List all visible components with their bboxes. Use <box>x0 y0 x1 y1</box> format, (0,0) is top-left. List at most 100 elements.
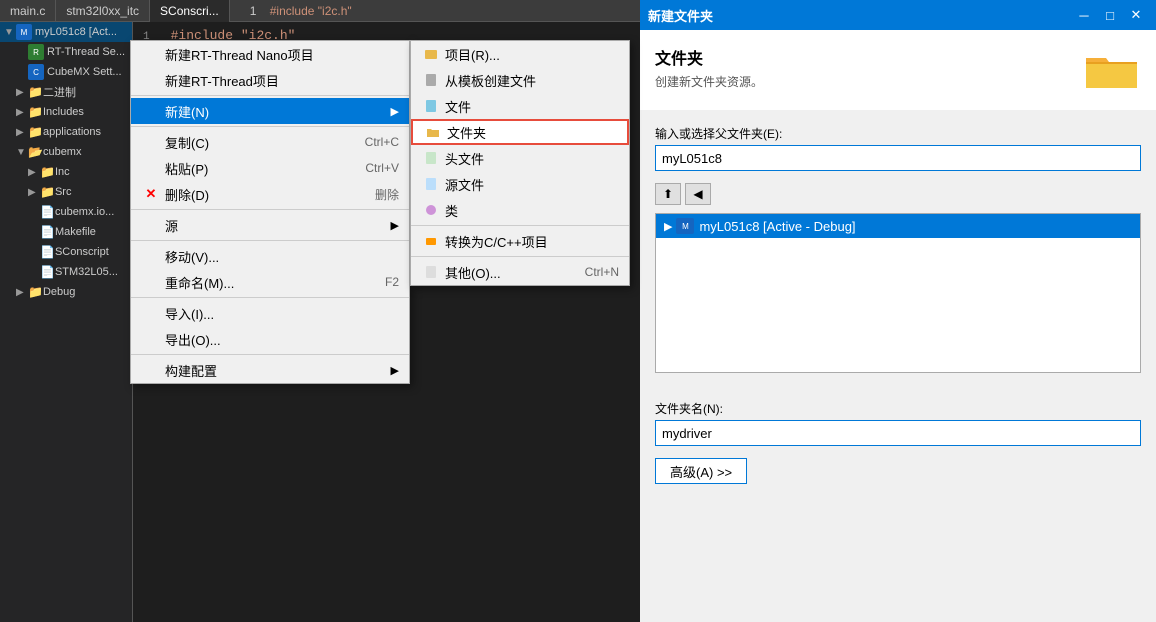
submenu-icon-file <box>421 99 441 113</box>
tabs-bar: main.c stm32l0xx_itc SConscri... 1 #incl… <box>0 0 640 22</box>
tree-item-includes[interactable]: ▶ 📁 Includes <box>0 102 132 122</box>
file-icon-stm32: 📄 <box>40 265 55 279</box>
submenu-sep2 <box>411 256 629 257</box>
submenu-item-from-template[interactable]: 从模板创建文件 <box>411 67 629 93</box>
dialog-folder-icon <box>1081 45 1141 95</box>
separator-3 <box>131 209 409 210</box>
folder-icon-binary: 📁 <box>28 85 43 99</box>
dialog-window-controls: ─ □ ✕ <box>1072 4 1148 26</box>
menu-item-export[interactable]: 导出(O)... <box>131 326 409 352</box>
nav-up-button[interactable]: ⬆ <box>655 183 681 205</box>
menu-item-import[interactable]: 导入(I)... <box>131 300 409 326</box>
menu-item-new[interactable]: 新建(N) ▶ <box>131 98 409 124</box>
submenu-icon-header <box>421 151 441 165</box>
tree-item-src[interactable]: ▶ 📁 Src <box>0 182 132 202</box>
rtthread-icon: R <box>28 44 44 60</box>
tree-view-project-icon: M <box>676 218 694 234</box>
submenu-icon-project <box>421 47 441 61</box>
nav-buttons: ⬆ ◀ <box>655 183 1141 205</box>
submenu-item-class[interactable]: 类 <box>411 197 629 223</box>
folder-name-input[interactable] <box>655 420 1141 446</box>
parent-folder-label: 输入或选择父文件夹(E): <box>655 125 1141 142</box>
tree-item-stm32[interactable]: 📄 STM32L05... <box>0 262 132 282</box>
dialog-heading: 文件夹 <box>655 45 763 69</box>
context-menu: 新建RT-Thread Nano项目 新建RT-Thread项目 新建(N) ▶… <box>130 40 410 384</box>
submenu-icon-convert <box>421 234 441 248</box>
tab-sconscri[interactable]: SConscri... <box>150 0 230 22</box>
tree-item-cubemx-folder[interactable]: ▼ 📂 cubemx <box>0 142 132 162</box>
tree-item-inc[interactable]: ▶ 📁 Inc <box>0 162 132 182</box>
submenu-item-source-file[interactable]: 源文件 <box>411 171 629 197</box>
advanced-button[interactable]: 高级(A) >> <box>655 458 747 484</box>
dialog-minimize-button[interactable]: ─ <box>1072 4 1096 26</box>
dialog-title: 新建文件夹 <box>648 6 713 25</box>
dialog-header-text: 文件夹 创建新文件夹资源。 <box>655 45 763 90</box>
dialog-close-button[interactable]: ✕ <box>1124 4 1148 26</box>
submenu-item-file[interactable]: 文件 <box>411 93 629 119</box>
folder-icon-cubemx: 📂 <box>28 145 43 159</box>
folder-name-label: 文件夹名(N): <box>655 400 1141 417</box>
parent-folder-row: 输入或选择父文件夹(E): <box>655 125 1141 171</box>
menu-item-rename[interactable]: 重命名(M)... F2 <box>131 269 409 295</box>
menu-item-paste[interactable]: 粘贴(P) Ctrl+V <box>131 155 409 181</box>
tree-item-rtthread[interactable]: R RT-Thread Se... <box>0 42 132 62</box>
tree-item-applications[interactable]: ▶ 📁 applications <box>0 122 132 142</box>
project-icon: M <box>16 24 32 40</box>
file-icon-cubemxio: 📄 <box>40 205 55 219</box>
dialog-titlebar: 新建文件夹 ─ □ ✕ <box>640 0 1156 30</box>
tab-mainc[interactable]: main.c <box>0 0 56 22</box>
submenu-icon-other <box>421 265 441 279</box>
tree-item-sconscript[interactable]: 📄 SConscript <box>0 242 132 262</box>
new-folder-dialog: 新建文件夹 ─ □ ✕ 文件夹 创建新文件夹资源。 输入或选择父文件夹(E): <box>640 0 1156 622</box>
separator-5 <box>131 297 409 298</box>
submenu-icon-folder <box>423 125 443 139</box>
menu-item-delete[interactable]: ✕ 删除(D) 删除 <box>131 181 409 207</box>
menu-item-source[interactable]: 源 ▶ <box>131 212 409 238</box>
separator-4 <box>131 240 409 241</box>
tree-item-binary[interactable]: ▶ 📁 二进制 <box>0 82 132 102</box>
file-icon-sconscript: 📄 <box>40 245 55 259</box>
submenu-icon-class <box>421 203 441 217</box>
tab-stm32[interactable]: stm32l0xx_itc <box>56 0 150 22</box>
menu-icon-delete: ✕ <box>141 186 161 202</box>
submenu-item-folder[interactable]: 文件夹 <box>411 119 629 145</box>
parent-folder-input[interactable] <box>655 145 1141 171</box>
folder-name-row: 文件夹名(N): <box>655 400 1141 446</box>
menu-item-new-rtt[interactable]: 新建RT-Thread项目 <box>131 67 409 93</box>
menu-item-move[interactable]: 移动(V)... <box>131 243 409 269</box>
tree-item-cubemx-io[interactable]: 📄 cubemx.io... <box>0 202 132 222</box>
file-icon-makefile: 📄 <box>40 225 55 239</box>
submenu-new: 项目(R)... 从模板创建文件 文件 文件夹 头文件 源文件 <box>410 40 630 286</box>
folder-name-section: 文件夹名(N): 高级(A) >> <box>640 400 1156 499</box>
menu-item-copy[interactable]: 复制(C) Ctrl+C <box>131 129 409 155</box>
menu-item-new-rtt-nano[interactable]: 新建RT-Thread Nano项目 <box>131 41 409 67</box>
folder-icon-applications: 📁 <box>28 125 43 139</box>
folder-icon-debug: 📁 <box>28 285 43 299</box>
folder-icon-includes: 📁 <box>28 105 43 119</box>
submenu-item-other[interactable]: 其他(O)... Ctrl+N <box>411 259 629 285</box>
folder-icon-src: 📁 <box>40 185 55 199</box>
submenu-item-header[interactable]: 头文件 <box>411 145 629 171</box>
submenu-sep <box>411 225 629 226</box>
tree-item-project[interactable]: ▼ M myL051c8 [Act... <box>0 22 132 42</box>
code-preview-tab: 1 #include "i2c.h" <box>230 4 640 18</box>
separator-1 <box>131 95 409 96</box>
nav-back-button[interactable]: ◀ <box>685 183 711 205</box>
dialog-maximize-button[interactable]: □ <box>1098 4 1122 26</box>
dialog-header: 文件夹 创建新文件夹资源。 <box>640 30 1156 110</box>
tree-item-debug[interactable]: ▶ 📁 Debug <box>0 282 132 302</box>
tree-view-arrow: ▶ <box>664 220 672 233</box>
submenu-item-convert[interactable]: 转换为C/C++项目 <box>411 228 629 254</box>
tree-view-item-project[interactable]: ▶ M myL051c8 [Active - Debug] <box>656 214 1140 238</box>
submenu-icon-template <box>421 73 441 87</box>
menu-item-build-config[interactable]: 构建配置 ▶ <box>131 357 409 383</box>
folder-icon-inc: 📁 <box>40 165 55 179</box>
submenu-icon-source-file <box>421 177 441 191</box>
cubemx-icon: C <box>28 64 44 80</box>
project-tree: ▼ M myL051c8 [Act... R RT-Thread Se... C… <box>0 22 133 622</box>
submenu-item-project[interactable]: 项目(R)... <box>411 41 629 67</box>
tree-item-makefile[interactable]: 📄 Makefile <box>0 222 132 242</box>
dialog-description: 创建新文件夹资源。 <box>655 73 763 90</box>
folder-tree-view: ▶ M myL051c8 [Active - Debug] <box>655 213 1141 373</box>
tree-item-cubemx[interactable]: C CubeMX Sett... <box>0 62 132 82</box>
